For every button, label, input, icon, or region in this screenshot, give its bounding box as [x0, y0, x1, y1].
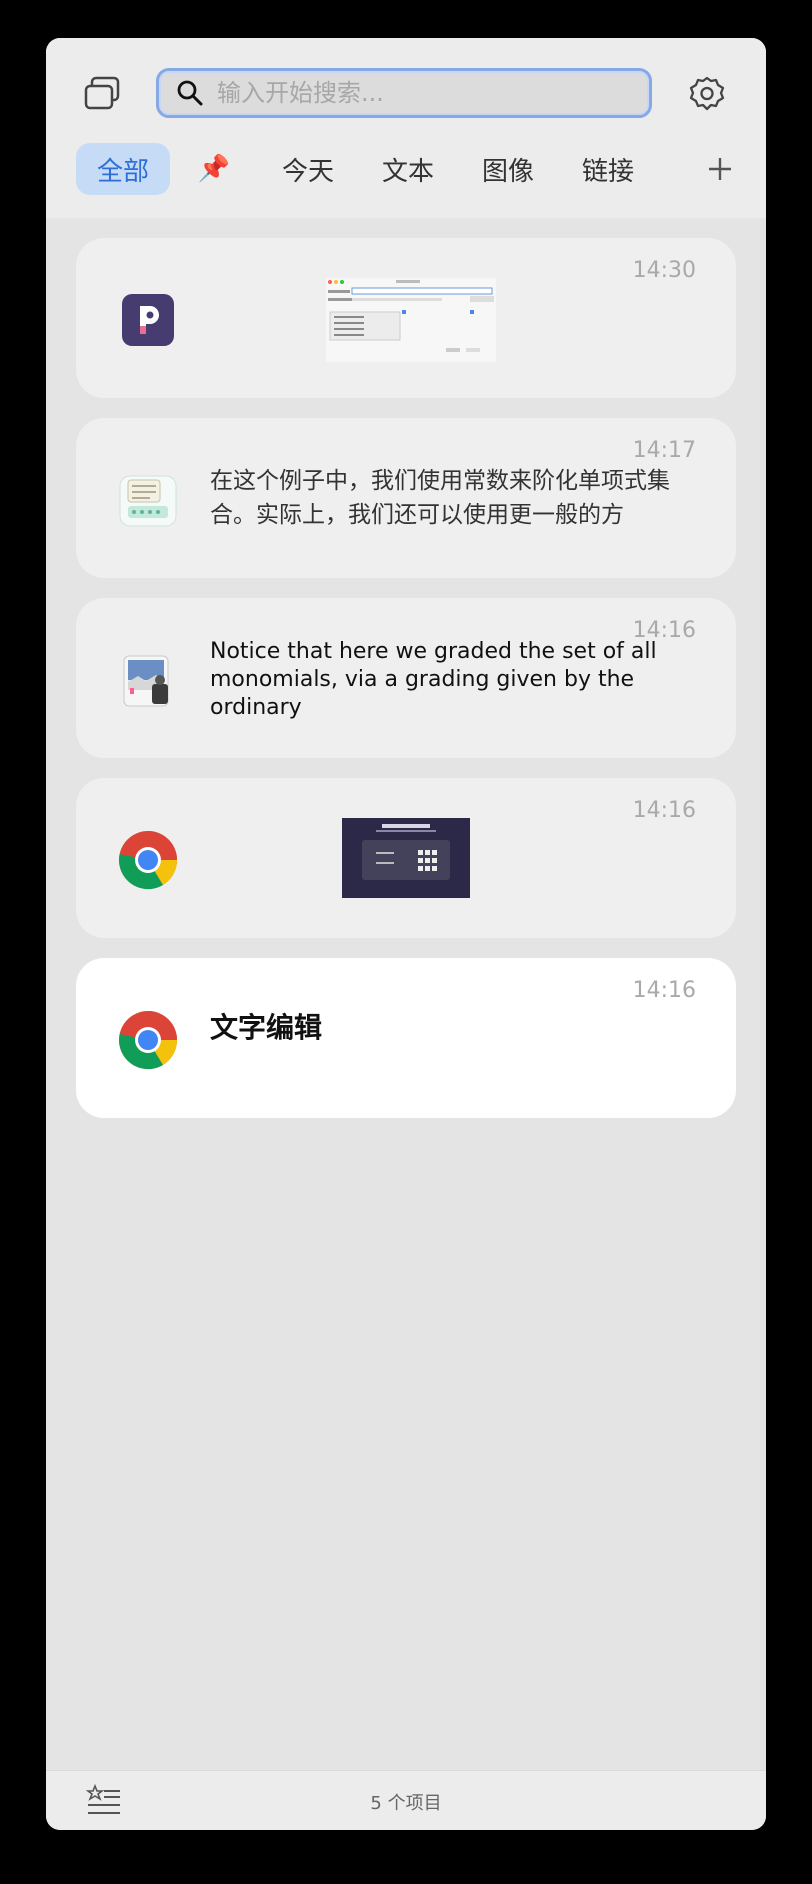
search-input[interactable] [215, 78, 619, 108]
clip-time: 14:30 [632, 258, 696, 283]
tab-images-label: 图像 [481, 156, 534, 187]
clipboard-window: 全部 📌 今天 文本 图像 链接 14:3 [46, 38, 766, 1830]
copy-windows-icon [84, 76, 120, 110]
search-field[interactable] [156, 68, 652, 118]
gear-icon [689, 76, 725, 111]
clip-item[interactable]: 14:16 [76, 778, 736, 938]
pin-icon: 📌 [197, 154, 231, 184]
chrome-icon [116, 828, 180, 892]
clip-item[interactable]: 14:16 Notice that here we graded the set… [76, 598, 736, 758]
search-icon [173, 76, 207, 110]
image-thumbnail [326, 278, 496, 362]
item-count: 5 个项目 [370, 1793, 442, 1814]
tab-images[interactable]: 图像 [458, 143, 558, 195]
top-bar: 全部 📌 今天 文本 图像 链接 [46, 38, 766, 218]
clip-text: Notice that here we graded the set of al… [210, 639, 657, 720]
tab-today-label: 今天 [281, 156, 334, 187]
tab-links[interactable]: 链接 [558, 143, 658, 195]
tab-links-label: 链接 [581, 156, 634, 187]
tab-all-label: 全部 [96, 156, 149, 187]
tab-text-label: 文本 [381, 156, 434, 187]
tab-pinned[interactable]: 📌 [170, 143, 258, 195]
tab-all[interactable]: 全部 [76, 143, 170, 195]
clip-text: 文字编辑 [210, 1011, 323, 1044]
clip-item[interactable]: 14:17 在这个例子中，我们使用常数来阶化单项式集合。实际上，我们还可以使用更… [76, 418, 736, 578]
clip-item-selected[interactable]: 14:16 文字编辑 [76, 958, 736, 1118]
clip-text: 在这个例子中，我们使用常数来阶化单项式集合。实际上，我们还可以使用更一般的方 [210, 468, 670, 528]
notes-icon [116, 468, 180, 532]
plus-icon [709, 158, 731, 180]
clip-time: 14:16 [632, 978, 696, 1003]
status-bar: 5 个项目 [46, 1770, 766, 1830]
clip-time: 14:16 [632, 798, 696, 823]
tab-today[interactable]: 今天 [258, 143, 358, 195]
add-tab-button[interactable] [700, 146, 740, 192]
clip-time: 14:17 [632, 438, 696, 463]
image-thumbnail [342, 818, 470, 898]
clip-item[interactable]: 14:30 [76, 238, 736, 398]
copy-windows-button[interactable] [80, 72, 126, 118]
filter-tabs: 全部 📌 今天 文本 图像 链接 [76, 143, 756, 195]
settings-button[interactable] [684, 72, 730, 118]
preview-icon [116, 648, 180, 712]
tab-text[interactable]: 文本 [358, 143, 458, 195]
chrome-icon [116, 1008, 180, 1072]
pasteapp-icon [116, 288, 180, 352]
